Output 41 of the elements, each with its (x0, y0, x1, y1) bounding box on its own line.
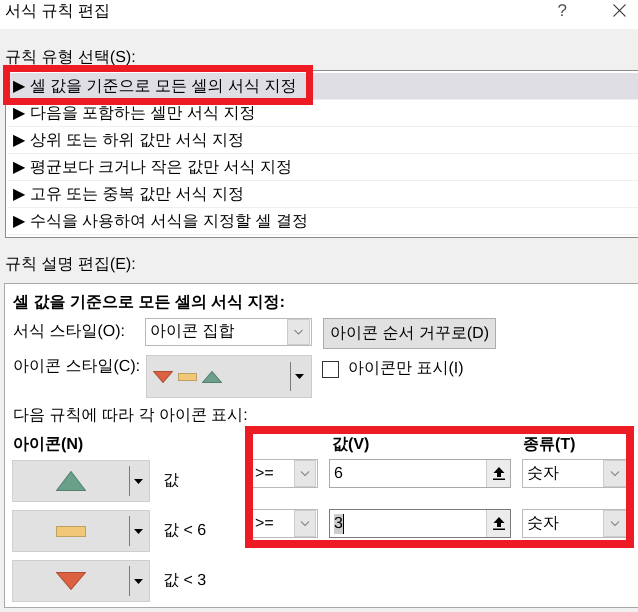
value-field[interactable]: 3 (329, 509, 511, 538)
checkbox[interactable] (322, 360, 339, 378)
caret-down-icon[interactable] (134, 528, 143, 534)
window-title: 서식 규칙 편집 (5, 2, 110, 22)
rule-type-item[interactable]: ▶ 다음을 포함하는 셀만 서식 지정 (8, 100, 638, 127)
type-column-header: 종류(T) (523, 435, 576, 455)
chevron-down-icon[interactable] (603, 460, 627, 487)
reverse-icon-order-button[interactable]: 아이콘 순서 거꾸로(D) (323, 318, 496, 349)
type-dropdown[interactable]: 숫자 (522, 509, 629, 538)
rule-type-item[interactable]: ▶ 고유 또는 중복 값만 서식 지정 (8, 181, 638, 208)
rule-type-item[interactable]: ▶ 상위 또는 하위 값만 서식 지정 (8, 127, 638, 154)
type-dropdown[interactable]: 숫자 (522, 459, 629, 488)
value-column-header: 값(V) (332, 435, 370, 455)
rule-description-title: 셀 값을 기준으로 모든 셀의 서식 지정: (13, 293, 285, 313)
chevron-down-icon[interactable] (603, 510, 627, 537)
icon-column-header: 아이콘(N) (13, 435, 84, 455)
value-field[interactable]: 6 (329, 459, 511, 488)
format-style-dropdown[interactable]: 아이콘 집합 (145, 318, 312, 346)
caret-down-icon[interactable] (134, 478, 143, 484)
condition-label: 값 < 3 (163, 571, 206, 591)
cell-reference-button[interactable] (486, 460, 510, 487)
caret-down-icon[interactable] (295, 374, 304, 379)
operator-dropdown[interactable]: >= (250, 509, 318, 538)
icon-only-label: 아이콘만 표시(I) (348, 359, 464, 379)
up-arrow-icon (492, 467, 504, 480)
rules-caption: 다음 규칙에 따라 각 아이콘 표시: (13, 406, 248, 426)
up-arrow-icon (492, 517, 504, 530)
format-style-label: 서식 스타일(O): (13, 322, 126, 342)
rule-description-label: 규칙 설명 편집(E): (5, 255, 136, 275)
rule-type-item[interactable]: ▶ 셀 값을 기준으로 모든 셀의 서식 지정 (8, 73, 638, 100)
rule-type-item[interactable]: ▶ 평균보다 크거나 작은 값만 서식 지정 (8, 154, 638, 181)
condition-label: 값 < 6 (163, 521, 206, 541)
close-icon[interactable] (613, 4, 626, 17)
operator-dropdown[interactable]: >= (250, 459, 318, 488)
caret-down-icon[interactable] (134, 578, 143, 584)
cell-reference-button[interactable] (486, 510, 510, 537)
icon-style-label: 아이콘 스타일(C): (13, 357, 142, 377)
rule-type-label: 규칙 유형 선택(S): (5, 48, 136, 68)
help-button[interactable]: ? (558, 0, 567, 22)
condition-label: 값 (163, 471, 179, 491)
rule-type-item[interactable]: ▶ 수식을 사용하여 서식을 지정할 셀 결정 (8, 208, 638, 235)
